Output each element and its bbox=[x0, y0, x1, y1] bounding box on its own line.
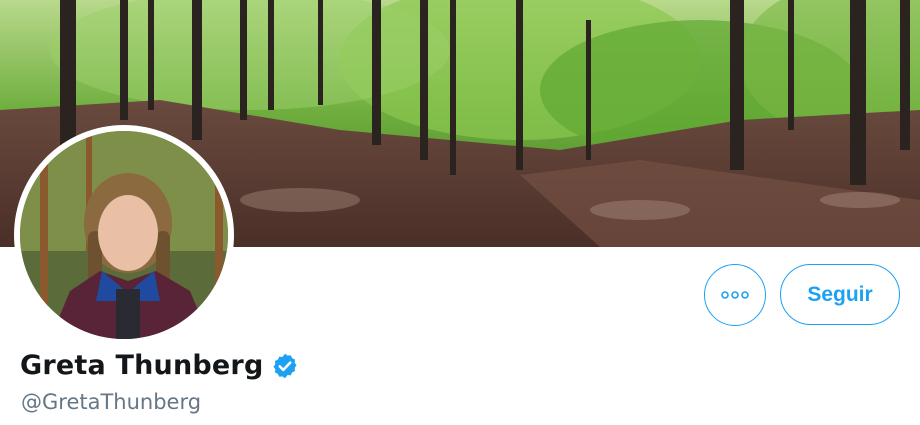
more-options-icon bbox=[721, 291, 749, 299]
more-options-button[interactable] bbox=[704, 264, 766, 326]
follow-button[interactable]: Seguir bbox=[780, 264, 900, 325]
profile-name-row: Greta Thunberg bbox=[20, 350, 299, 381]
verified-badge-icon bbox=[273, 353, 298, 378]
avatar[interactable] bbox=[14, 125, 234, 345]
profile-handle: @GretaThunberg bbox=[21, 390, 202, 414]
profile-name: Greta Thunberg bbox=[20, 350, 264, 381]
avatar-image bbox=[20, 131, 228, 339]
